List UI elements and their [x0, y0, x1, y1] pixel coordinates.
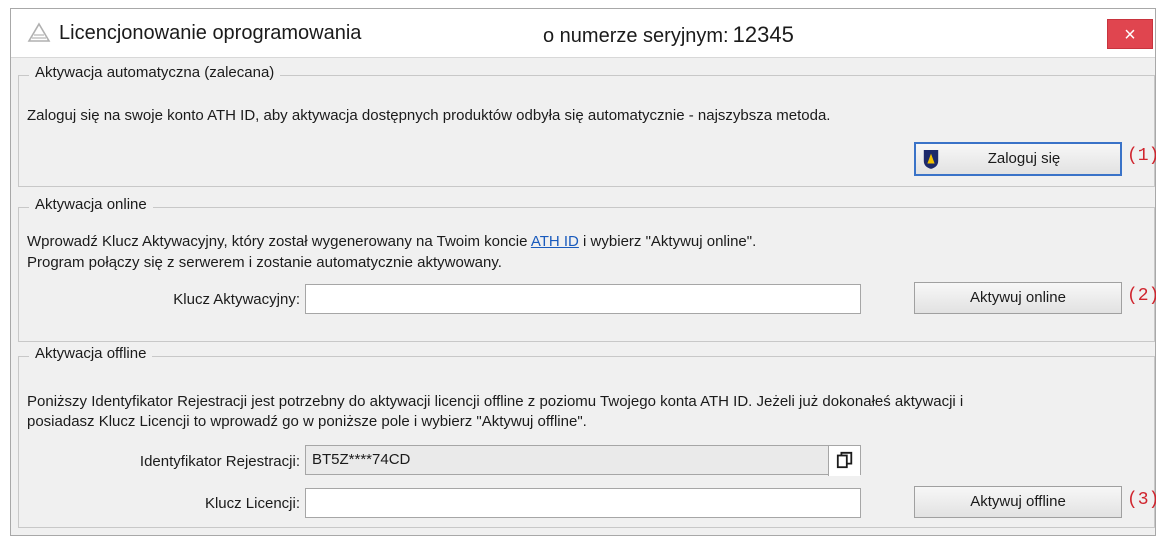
serial-label: o numerze seryjnym:	[543, 25, 729, 47]
activation-key-label: Klucz Aktywacyjny:	[173, 291, 300, 308]
ath-id-logo-icon	[923, 150, 939, 169]
ath-id-link[interactable]: ATH ID	[531, 233, 579, 250]
license-app-icon	[27, 22, 51, 42]
auto-activation-group: Aktywacja automatyczna (zalecana) Zalogu…	[18, 64, 1156, 187]
online-activation-legend: Aktywacja online	[29, 196, 153, 213]
registration-id-label: Identyfikator Rejestracji:	[139, 453, 300, 470]
serial-number: 12345	[732, 22, 794, 47]
close-button[interactable]: ×	[1107, 19, 1153, 49]
offline-activation-legend: Aktywacja offline	[29, 345, 153, 362]
login-button-label: Zaloguj się	[987, 150, 1061, 167]
serial-caption: o numerze seryjnym: 12345	[543, 22, 794, 48]
copy-icon	[836, 451, 853, 469]
offline-description-line1: Poniższy Identyfikator Rejestracji jest …	[27, 393, 964, 410]
auto-activation-legend: Aktywacja automatyczna (zalecana)	[29, 64, 281, 81]
registration-id-value: BT5Z****74CD	[312, 451, 411, 468]
title-bar: Licencjonowanie oprogramowania o numerze…	[11, 9, 1155, 58]
login-button[interactable]: Zaloguj się	[914, 142, 1122, 176]
activate-online-button[interactable]: Aktywuj online	[914, 282, 1122, 314]
license-dialog: Licencjonowanie oprogramowania o numerze…	[10, 8, 1156, 536]
offline-description-line2: posiadasz Klucz Licencji to wprowadź go …	[27, 413, 587, 430]
license-key-input[interactable]	[305, 488, 861, 518]
copy-button[interactable]	[828, 446, 860, 476]
marker-1: (1)	[1127, 146, 1156, 166]
marker-2: (2)	[1127, 286, 1156, 306]
license-key-label: Klucz Licencji:	[204, 495, 300, 512]
online-description-line1: Wprowadź Klucz Aktywacyjny, który został…	[27, 233, 756, 250]
online-description-prefix: Wprowadź Klucz Aktywacyjny, który został…	[27, 233, 531, 250]
marker-3: (3)	[1127, 490, 1156, 510]
online-description-suffix: i wybierz "Aktywuj online".	[578, 233, 757, 250]
activation-key-input[interactable]	[305, 284, 861, 314]
auto-description: Zaloguj się na swoje konto ATH ID, aby a…	[27, 107, 831, 124]
online-activation-group: Aktywacja online Wprowadź Klucz Aktywacy…	[18, 196, 1156, 342]
online-description-line2: Program połączy się z serwerem i zostani…	[27, 254, 502, 271]
window-title: Licencjonowanie oprogramowania	[59, 22, 362, 44]
activate-offline-button[interactable]: Aktywuj offline	[914, 486, 1122, 518]
registration-id-field: BT5Z****74CD	[305, 445, 861, 476]
offline-activation-group: Aktywacja offline Poniższy Identyfikator…	[18, 345, 1156, 528]
